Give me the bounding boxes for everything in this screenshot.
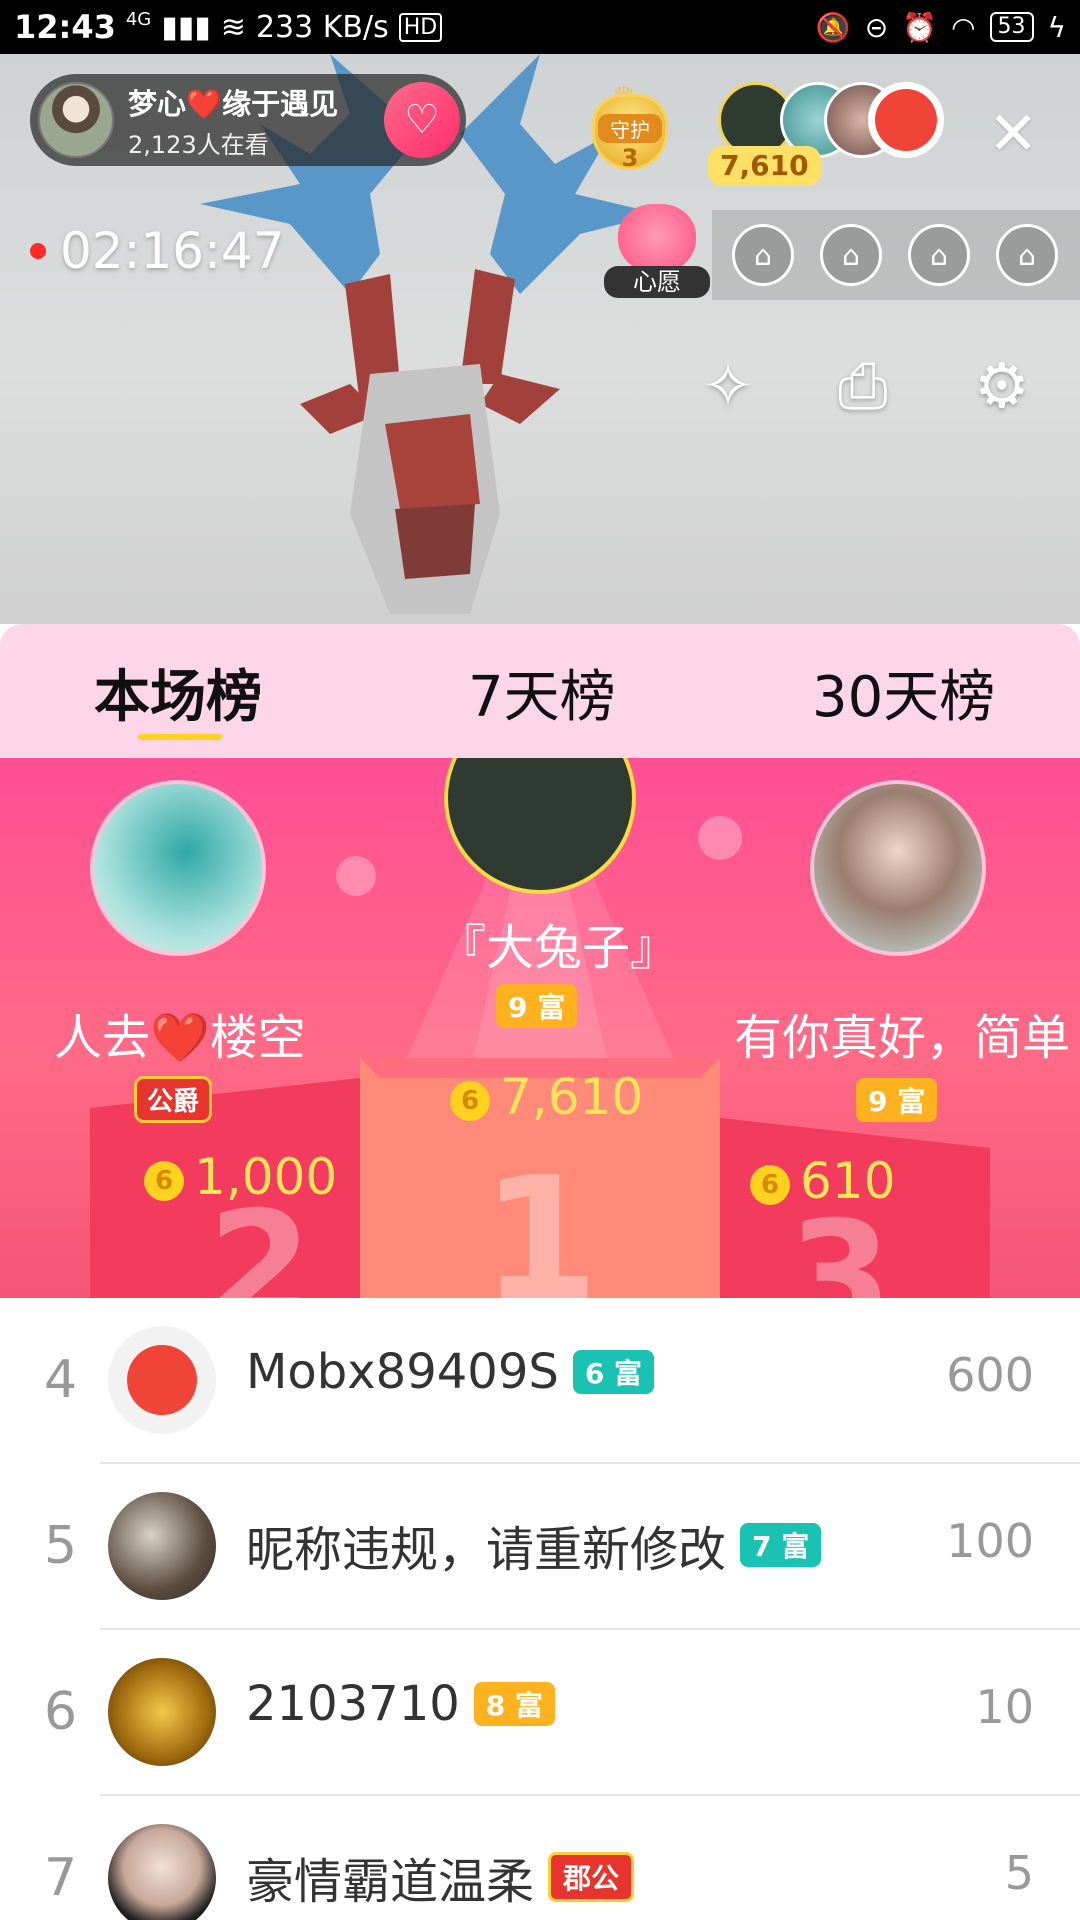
list-item[interactable]: 5 昵称违规，请重新修改 7 富 100: [0, 1464, 1080, 1630]
recording-dot-icon: [30, 243, 46, 259]
title-badge: 郡公: [548, 1852, 635, 1902]
live-timer: 02:16:47: [30, 222, 285, 280]
coin-icon: 6: [144, 1160, 184, 1201]
viewer-count: 2,123人在看: [128, 130, 269, 159]
rank-number: 6: [44, 1682, 78, 1742]
mute-icon: 🔕: [815, 10, 851, 44]
list-item[interactable]: 4 Mobx89409S 6 富 600: [0, 1298, 1080, 1464]
status-time: 12:43: [14, 8, 116, 46]
second-place-name: 人去❤️楼空: [54, 1010, 306, 1066]
avatar[interactable]: [108, 1658, 216, 1766]
hd-icon: HD: [398, 12, 443, 42]
follow-heart-button[interactable]: ♡: [384, 82, 460, 158]
alarm-icon: ⏰: [902, 10, 938, 44]
audience-contribution: 7,610: [708, 146, 821, 186]
coin-icon: 6: [750, 1164, 790, 1205]
host-name: 梦心❤️缘于遇见: [128, 86, 339, 121]
tab-current[interactable]: 本场榜: [94, 652, 262, 733]
network-speed: 233 KB/s: [255, 9, 389, 45]
avatar[interactable]: [108, 1326, 216, 1434]
host-avatar[interactable]: [38, 82, 114, 158]
sofa-seat-icon[interactable]: ⌂: [996, 224, 1058, 286]
ranking-tabs: 本场榜 7天榜 30天榜: [0, 624, 1080, 758]
score: 100: [946, 1514, 1034, 1568]
magic-wand-icon[interactable]: ✧: [702, 349, 754, 422]
timer-text: 02:16:47: [60, 222, 285, 280]
network-label: 4G: [125, 8, 152, 30]
headphone-icon: ◠: [951, 10, 976, 44]
sofa-seat-icon[interactable]: ⌂: [732, 224, 794, 286]
rank-number: 5: [44, 1516, 78, 1576]
camera-switch-icon[interactable]: ⎙: [838, 349, 888, 423]
podium: 1 2 3 『大兔子』 9 富 6 7,610 人去❤️楼空 公爵 6 1,000 …: [0, 758, 1080, 1298]
sofa-seat-icon[interactable]: ⌂: [908, 224, 970, 286]
rich-level-badge: 6 富: [572, 1350, 655, 1394]
close-icon[interactable]: ✕: [988, 104, 1038, 164]
sofa-seat-icon[interactable]: ⌂: [820, 224, 882, 286]
guard-label: 守护: [598, 114, 662, 143]
wish-label: 心愿: [604, 266, 710, 298]
first-place-name: 『大兔子』: [438, 920, 679, 976]
top-audience[interactable]: 7,610: [708, 82, 948, 186]
tab-30-days[interactable]: 30天榜: [812, 652, 995, 733]
svg-text:1: 1: [481, 1141, 599, 1298]
first-place-rich-badge: 9 富: [496, 984, 578, 1028]
live-video[interactable]: 梦心❤️缘于遇见 2,123人在看 ♡ ♛ 守护 3 7,610 ✕ 02:16…: [0, 54, 1080, 624]
coin-icon: 6: [450, 1080, 490, 1121]
first-place-score: 6 7,610: [450, 1068, 643, 1126]
third-place-avatar[interactable]: [810, 780, 986, 956]
user-name: Mobx89409S 6 富: [246, 1344, 655, 1400]
user-name: 昵称违规，请重新修改 7 富: [246, 1510, 822, 1580]
rich-level-badge: 8 富: [473, 1682, 556, 1726]
avatar[interactable]: [108, 1492, 216, 1600]
score: 600: [946, 1348, 1034, 1402]
user-name: 豪情霸道温柔 郡公: [246, 1842, 635, 1912]
charging-icon: ϟ: [1047, 10, 1066, 44]
guard-badge[interactable]: ♛ 守护 3: [584, 82, 676, 178]
list-item[interactable]: 6 2103710 8 富 10: [0, 1630, 1080, 1796]
wifi-icon: ≋: [220, 9, 246, 45]
second-place-score: 6 1,000: [144, 1148, 337, 1206]
status-bar: 12:43 4G ▮▮▮ ≋ 233 KB/s HD 🔕 ⊝ ⏰ ◠ 53 ϟ: [0, 0, 1080, 54]
rank-number: 4: [44, 1350, 78, 1410]
signal-icon: ▮▮▮: [161, 9, 211, 45]
third-place-score: 6 610: [750, 1152, 895, 1210]
host-info-pill[interactable]: 梦心❤️缘于遇见 2,123人在看 ♡: [30, 74, 466, 166]
tab-7-days[interactable]: 7天榜: [468, 652, 616, 733]
gear-icon[interactable]: ⚙: [974, 349, 1030, 422]
audience-avatar[interactable]: [868, 82, 944, 158]
ranking-panel: 本场榜 7天榜 30天榜 1 2 3 『大兔子』 9 富 6 7,610 人去❤️…: [0, 624, 1080, 1920]
guard-count: 3: [621, 144, 639, 172]
rich-level-badge: 7 富: [740, 1523, 822, 1567]
second-place-title-badge: 公爵: [134, 1076, 213, 1123]
rank-number: 7: [44, 1848, 78, 1908]
heart-icon: [618, 204, 696, 274]
tab-underline: [138, 734, 222, 740]
ranking-list: 4 Mobx89409S 6 富 600 5 昵称违规，请重新修改 7 富 100 …: [0, 1298, 1080, 1920]
guest-seats: ⌂ ⌂ ⌂ ⌂: [712, 210, 1080, 300]
wish-button[interactable]: 心愿: [604, 204, 710, 300]
avatar[interactable]: [108, 1824, 216, 1920]
lock-icon: ⊝: [864, 10, 889, 44]
second-place-avatar[interactable]: [90, 780, 266, 956]
battery-indicator: 53: [989, 12, 1034, 42]
third-place-rich-badge: 9 富: [856, 1078, 938, 1122]
third-place-name: 有你真好，简单: [734, 1010, 1071, 1066]
score: 5: [1004, 1846, 1034, 1900]
user-name: 2103710 8 富: [246, 1676, 556, 1732]
score: 10: [975, 1680, 1034, 1734]
list-item[interactable]: 7 豪情霸道温柔 郡公 5: [0, 1796, 1080, 1920]
